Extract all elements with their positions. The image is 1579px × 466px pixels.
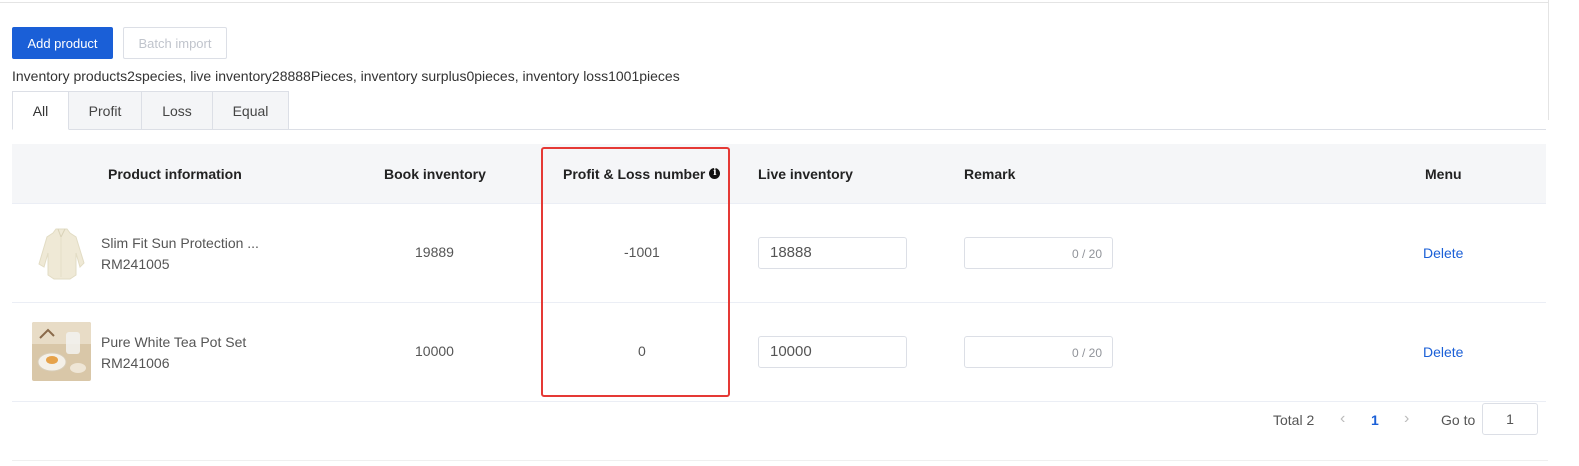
add-product-button[interactable]: Add product xyxy=(12,27,113,59)
header-menu: Menu xyxy=(1425,166,1462,182)
header-remark: Remark xyxy=(964,166,1016,182)
table-header: Product information Book inventory Profi… xyxy=(12,144,1546,204)
filter-tabs: All Profit Loss Equal xyxy=(12,91,289,130)
table-row: Slim Fit Sun Protection ... RM241005 198… xyxy=(12,204,1546,303)
delete-button[interactable]: Delete xyxy=(1423,245,1463,261)
table-row: Pure White Tea Pot Set RM241006 10000 0 … xyxy=(12,303,1546,402)
header-live-inventory: Live inventory xyxy=(758,166,853,182)
tab-profit[interactable]: Profit xyxy=(69,91,142,130)
profit-loss-value: 0 xyxy=(638,343,646,359)
profit-loss-value: -1001 xyxy=(624,244,660,260)
book-inventory-value: 19889 xyxy=(415,244,454,260)
top-divider xyxy=(0,2,1548,3)
teapot-image-icon xyxy=(32,322,91,381)
product-thumbnail xyxy=(32,322,91,381)
header-profit-loss: Profit & Loss number i xyxy=(563,144,721,204)
header-book-inventory: Book inventory xyxy=(384,166,486,182)
goto-page-input[interactable]: 1 xyxy=(1482,403,1538,435)
shirt-image-icon xyxy=(32,223,91,282)
chevron-right-icon[interactable]: › xyxy=(1404,410,1409,442)
product-code: RM241006 xyxy=(101,355,170,371)
header-profit-loss-label: Profit & Loss number xyxy=(563,166,706,182)
remark-input[interactable]: 0 / 20 xyxy=(964,237,1113,269)
info-icon[interactable]: i xyxy=(709,168,721,179)
right-divider xyxy=(1548,0,1549,120)
pagination-page-1[interactable]: 1 xyxy=(1371,412,1379,444)
inventory-summary: Inventory products2species, live invento… xyxy=(12,68,680,84)
remark-counter: 0 / 20 xyxy=(1071,247,1102,261)
tab-equal[interactable]: Equal xyxy=(213,91,289,130)
product-name: Pure White Tea Pot Set xyxy=(101,334,247,350)
remark-counter: 0 / 20 xyxy=(1071,346,1102,360)
tab-all[interactable]: All xyxy=(12,91,69,130)
remark-input[interactable]: 0 / 20 xyxy=(964,336,1113,368)
batch-import-button[interactable]: Batch import xyxy=(123,27,227,59)
product-thumbnail xyxy=(32,223,91,282)
live-inventory-input[interactable]: 10000 xyxy=(758,336,907,368)
delete-button[interactable]: Delete xyxy=(1423,344,1463,360)
chevron-left-icon[interactable]: ‹ xyxy=(1340,410,1345,442)
pagination-total: Total 2 xyxy=(1273,412,1315,428)
bottom-divider xyxy=(12,460,1548,461)
product-name: Slim Fit Sun Protection ... xyxy=(101,235,259,251)
product-code: RM241005 xyxy=(101,256,170,272)
live-inventory-input[interactable]: 18888 xyxy=(758,237,907,269)
book-inventory-value: 10000 xyxy=(415,343,454,359)
pagination-goto-label: Go to xyxy=(1441,412,1476,428)
inventory-page: Add product Batch import Inventory produ… xyxy=(0,0,1579,466)
header-product-information: Product information xyxy=(108,166,242,182)
tab-loss[interactable]: Loss xyxy=(142,91,213,130)
tab-divider xyxy=(288,129,1546,130)
